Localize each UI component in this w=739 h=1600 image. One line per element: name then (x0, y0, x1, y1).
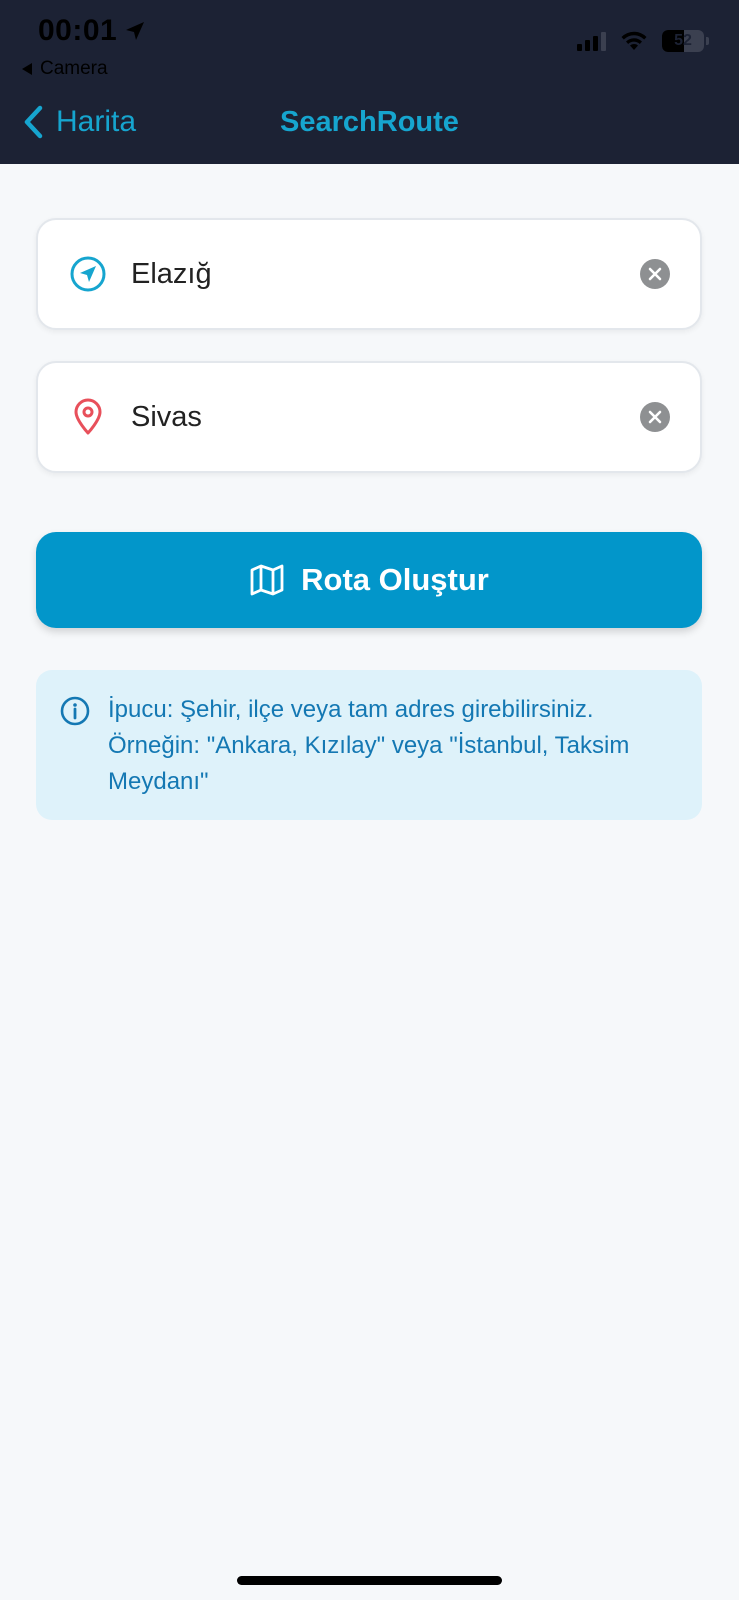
status-time-text: 00:01 (38, 14, 118, 47)
page-title: SearchRoute (280, 106, 459, 138)
map-icon (250, 564, 284, 596)
battery-icon: 52 (662, 30, 704, 52)
cellular-signal-icon (577, 31, 606, 51)
header: 00:01 Camera 52 Harita SearchRoute (0, 0, 739, 164)
tip-text: İpucu: Şehir, ilçe veya tam adres girebi… (108, 696, 630, 795)
create-route-button[interactable]: Rota Oluştur (36, 532, 702, 628)
battery-level: 52 (674, 32, 692, 49)
back-app-label: Camera (40, 58, 108, 79)
home-indicator[interactable] (237, 1576, 502, 1585)
navigation-arrow-icon (70, 256, 106, 292)
create-route-label: Rota Oluştur (301, 562, 489, 597)
clear-destination-button[interactable] (640, 402, 670, 432)
tip-box: İpucu: Şehir, ilçe veya tam adres girebi… (36, 670, 702, 820)
origin-input[interactable]: Elazığ (131, 258, 640, 291)
wifi-icon (621, 31, 647, 50)
info-icon (60, 696, 90, 726)
map-pin-icon (74, 398, 102, 435)
destination-input[interactable]: Sivas (131, 401, 640, 434)
battery-tip (706, 37, 709, 45)
back-triangle-icon (22, 63, 32, 75)
clear-x-icon (648, 267, 662, 281)
clear-x-icon (648, 410, 662, 424)
destination-field[interactable]: Sivas (36, 361, 702, 473)
location-services-icon (126, 22, 145, 40)
status-time: 00:01 (38, 14, 147, 48)
origin-field[interactable]: Elazığ (36, 218, 702, 330)
back-to-app-link[interactable]: Camera (22, 58, 108, 80)
status-indicators: 52 (577, 30, 709, 52)
clear-origin-button[interactable] (640, 259, 670, 289)
